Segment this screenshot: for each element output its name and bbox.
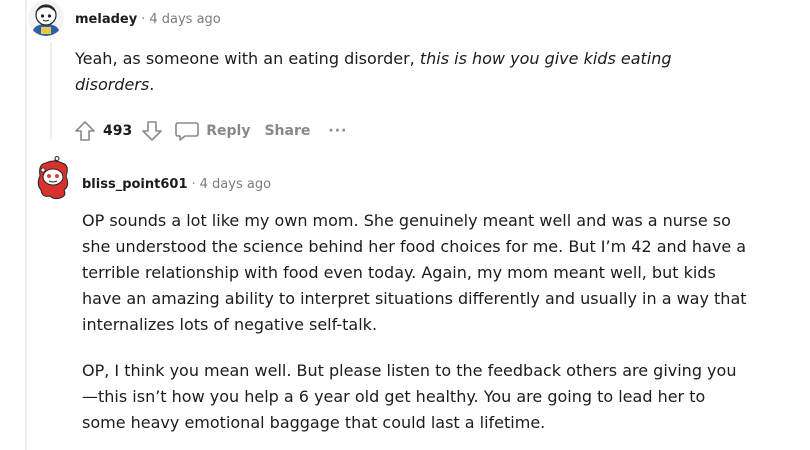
comment-body: Yeah, as someone with an eating disorder… (75, 46, 755, 98)
downvote-arrow-icon (142, 121, 163, 141)
comment-timestamp[interactable]: 4 days ago (200, 177, 271, 192)
comment-author[interactable]: meladey (75, 12, 137, 27)
vote-score: 493 (103, 123, 133, 139)
body-text-end: . (149, 75, 155, 94)
reply-label: Reply (206, 123, 251, 139)
comment-author[interactable]: bliss_point601 (82, 177, 188, 192)
reply-button[interactable]: Reply (174, 119, 250, 143)
more-options-icon: ··· (328, 123, 348, 139)
downvote-button[interactable] (140, 119, 164, 143)
share-label: Share (264, 123, 311, 139)
comment-paragraph: Yeah, as someone with an eating disorder… (75, 46, 755, 98)
body-text-plain: Yeah, as someone with an eating disorder… (75, 49, 420, 68)
avatar[interactable] (34, 156, 72, 202)
comment-meta: bliss_point601 · 4 days ago (82, 177, 271, 192)
avatar-bliss-point-icon (37, 156, 69, 200)
comment-action-bar: 493 Reply Share ··· (73, 117, 347, 145)
avatar-meladey-icon (28, 0, 64, 36)
upvote-button[interactable] (73, 119, 97, 143)
share-button[interactable]: Share (264, 123, 310, 139)
thread-line-left[interactable] (25, 0, 27, 450)
comment-paragraph: OP, I think you mean well. But please li… (82, 361, 737, 432)
more-options-button[interactable]: ··· (328, 123, 347, 139)
comment-meta: meladey · 4 days ago (75, 12, 221, 27)
avatar[interactable] (28, 0, 64, 36)
comment-timestamp[interactable]: 4 days ago (149, 12, 220, 27)
comment-body: OP sounds a lot like my own mom. She gen… (82, 208, 752, 436)
meta-separator: · (191, 177, 196, 192)
meta-separator: · (141, 12, 146, 27)
comment-paragraph: OP sounds a lot like my own mom. She gen… (82, 211, 747, 334)
thread-line-comment1[interactable] (50, 42, 52, 140)
upvote-arrow-icon (75, 121, 95, 141)
comment-bubble-icon (175, 122, 200, 141)
